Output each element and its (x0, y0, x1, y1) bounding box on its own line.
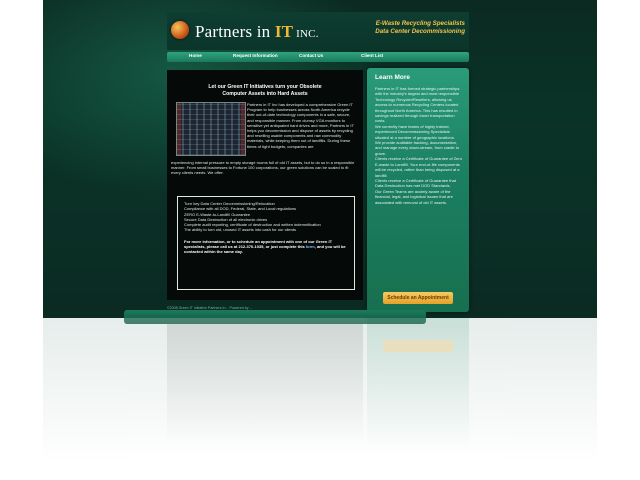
nav-home-link[interactable]: Home (189, 53, 202, 58)
sidebar-text: Partners in IT has formed strategic part… (375, 86, 463, 205)
nav-request-info-link[interactable]: Request Information (233, 53, 278, 58)
sidebar-paragraph: Clients receive a Certificate of Guarant… (375, 156, 462, 178)
content-heading-line-2: Computer Assets into Hard Assets (222, 90, 308, 97)
site-logo[interactable]: Partners in IT INC. (195, 22, 319, 42)
tagline-line-1: E-Waste Recycling Specialists (375, 20, 465, 27)
sidebar-paragraph: We currently have teams of highly traine… (375, 123, 455, 140)
contact-callout: For more information, or to schedule an … (184, 239, 348, 255)
schedule-appointment-button[interactable]: Schedule an Appointment (383, 292, 453, 304)
page-reflection (43, 318, 597, 480)
reflection-button (383, 340, 453, 352)
sidebar-paragraph: Our Green Teams are acutely aware of the… (375, 188, 453, 205)
main-nav: Home Request Information Contact Us Clie… (167, 52, 469, 62)
nav-client-list-link[interactable]: Client List (361, 53, 383, 58)
website: Partners in IT INC. E-Waste Recycling Sp… (167, 12, 469, 312)
globe-logo-icon (171, 21, 189, 39)
nav-contact-link[interactable]: Contact Us (299, 53, 323, 58)
content-paragraph-1: Partners in IT Inc has developed a compr… (247, 102, 354, 149)
logo-it-text: IT (274, 22, 294, 41)
services-box: Turn key Data Center Decommissioning/Rel… (177, 196, 355, 290)
content-paragraph-2: experiencing internal pressure to empty … (171, 160, 355, 176)
sidebar-title: Learn More (375, 74, 411, 81)
logo-inc-text: INC. (293, 28, 319, 40)
tagline-line-2: Data Center Decommissioning (375, 28, 465, 35)
form-link[interactable]: form (306, 244, 315, 249)
reflection-content (167, 324, 363, 444)
header-tagline: E-Waste Recycling Specialists Data Cente… (375, 20, 465, 36)
content-heading: Let our Green IT Initiatives turn your O… (167, 84, 363, 97)
main-content: Let our Green IT Initiatives turn your O… (167, 70, 363, 300)
reflection-sidebar (367, 318, 469, 448)
site-header: Partners in IT INC. E-Waste Recycling Sp… (167, 12, 469, 50)
learn-more-sidebar: Learn More Partners in IT has formed str… (367, 68, 469, 312)
sidebar-paragraph: Clients receive a Certificate of Guarant… (375, 177, 456, 189)
logo-main-text: Partners in (195, 22, 275, 41)
sidebar-paragraph: We provide auditable tracking, documenta… (375, 140, 460, 156)
sidebar-paragraph: Partners in IT has formed strategic part… (375, 86, 460, 124)
data-center-photo (176, 102, 246, 156)
browser-viewport: Partners in IT INC. E-Waste Recycling Sp… (43, 0, 597, 318)
service-item: The ability to turn old, unused IT asset… (184, 227, 296, 233)
